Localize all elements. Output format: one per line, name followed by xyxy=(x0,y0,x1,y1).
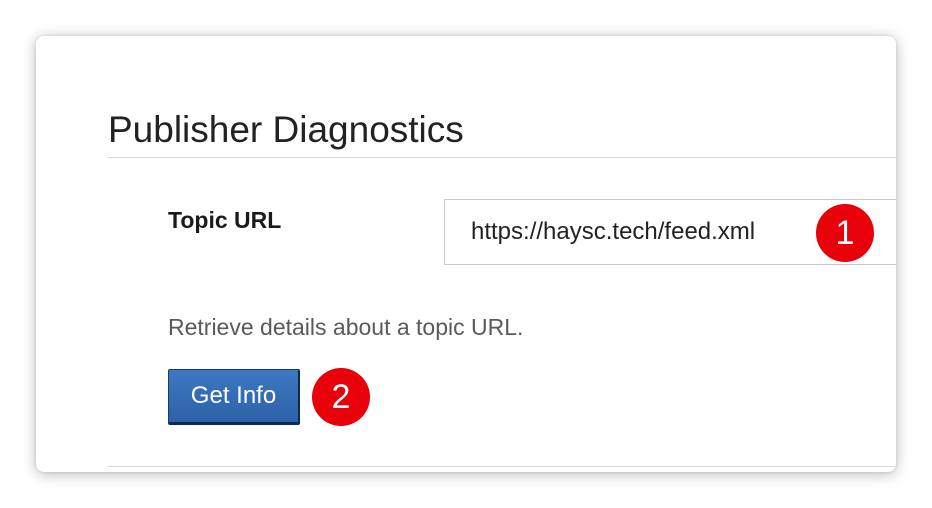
topic-url-label: Topic URL xyxy=(168,207,282,233)
section-title: Publisher Diagnostics xyxy=(108,109,464,150)
publisher-diagnostics-card: Publisher Diagnostics Topic URL Retrieve… xyxy=(36,36,896,472)
screenshot-canvas: Publisher Diagnostics Topic URL Retrieve… xyxy=(0,0,932,508)
help-text: Retrieve details about a topic URL. xyxy=(168,314,524,340)
title-divider xyxy=(108,157,896,158)
get-info-button[interactable]: Get Info xyxy=(168,369,300,425)
step-badge-2: 2 xyxy=(312,368,370,426)
bottom-divider xyxy=(108,466,896,467)
step-badge-1: 1 xyxy=(816,204,874,262)
